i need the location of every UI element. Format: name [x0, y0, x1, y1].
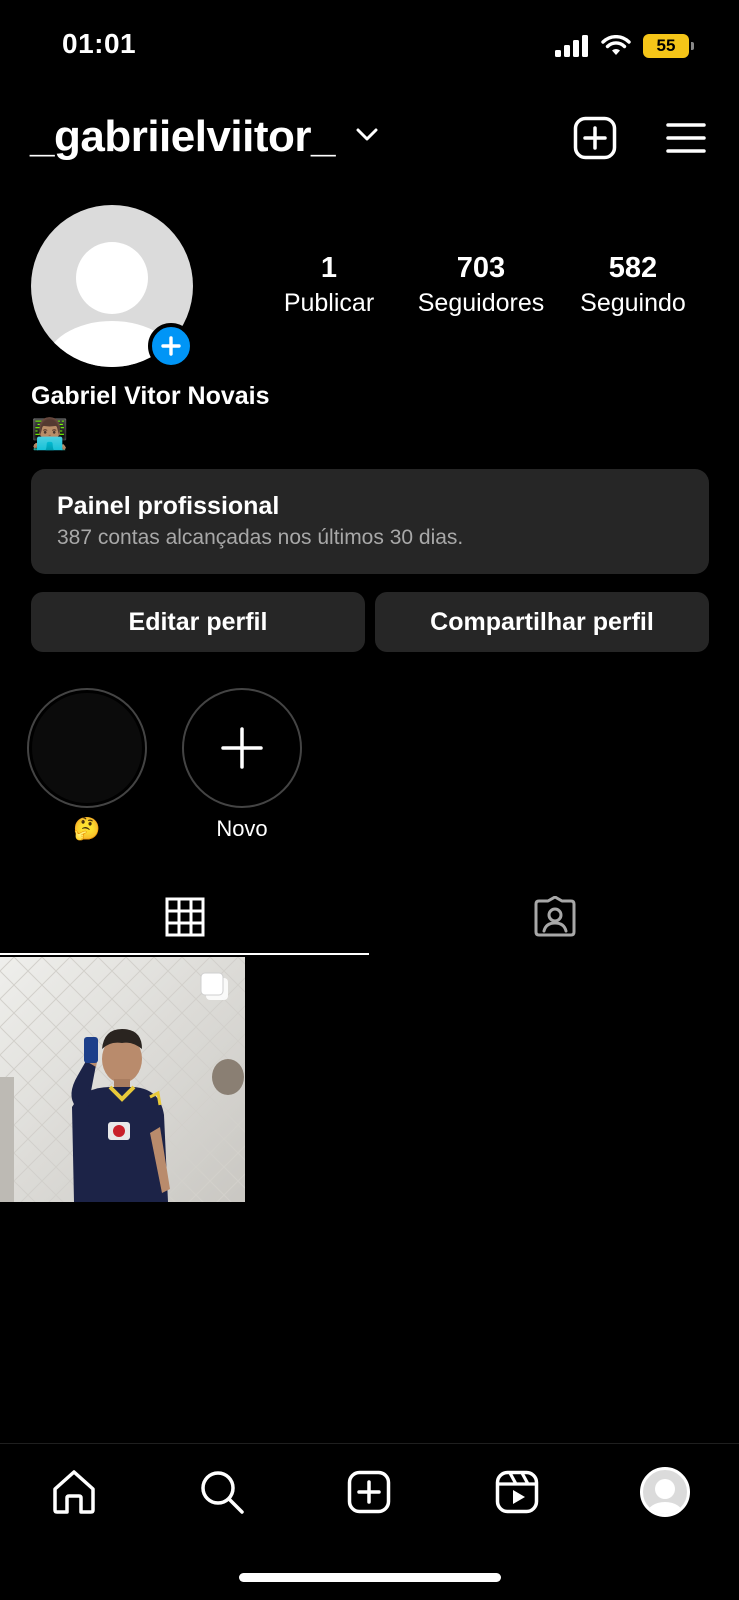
- dashboard-title: Painel profissional: [57, 492, 280, 520]
- highlight-label: Novo: [216, 816, 268, 841]
- status-icons: 55: [555, 34, 694, 58]
- following-count[interactable]: 582 Seguindo: [568, 250, 698, 320]
- battery-level: 55: [656, 36, 676, 55]
- default-avatar-icon: [647, 1479, 683, 1514]
- share-profile-button[interactable]: Compartilhar perfil: [375, 592, 709, 652]
- home-icon: [53, 1470, 95, 1514]
- reels-icon: [495, 1470, 539, 1514]
- active-tab-indicator: [0, 953, 369, 955]
- cellular-signal-icon: [555, 35, 588, 57]
- wifi-icon: [601, 35, 631, 55]
- search-icon: [201, 1471, 244, 1514]
- grid-icon: [165, 897, 204, 937]
- highlight-label: 🤔: [73, 816, 101, 841]
- followers-count[interactable]: 703 Seguidores: [405, 250, 557, 320]
- hamburger-menu-icon: [666, 123, 706, 153]
- profile-bio: 👨🏽‍💻: [31, 418, 69, 451]
- username-switcher[interactable]: _gabriielviitor_: [30, 112, 336, 162]
- tab-posts-grid[interactable]: [0, 880, 369, 954]
- plus-icon: [161, 336, 181, 356]
- nav-profile-button[interactable]: [637, 1464, 693, 1520]
- nav-reels-button[interactable]: [489, 1464, 545, 1520]
- stat-value: 703: [456, 252, 506, 284]
- stat-value: 1: [320, 252, 338, 284]
- plus-square-icon: [573, 116, 617, 160]
- plus-icon: [221, 727, 263, 769]
- stat-label: Seguindo: [580, 289, 686, 317]
- add-story-button[interactable]: [148, 323, 194, 369]
- create-icon: [347, 1470, 391, 1514]
- profile-avatar-small: [640, 1467, 690, 1517]
- menu-button[interactable]: [662, 114, 710, 162]
- battery-indicator: 55: [643, 34, 694, 58]
- new-highlight-button[interactable]: [182, 688, 302, 808]
- nav-search-button[interactable]: [194, 1464, 250, 1520]
- stat-label: Seguidores: [417, 289, 545, 317]
- profile-name: Gabriel Vitor Novais: [31, 382, 270, 410]
- tab-tagged[interactable]: [370, 880, 739, 954]
- home-indicator: [239, 1573, 501, 1582]
- professional-dashboard[interactable]: Painel profissional 387 contas alcançada…: [31, 469, 709, 574]
- status-time: 01:01: [62, 28, 137, 59]
- posts-count[interactable]: 1 Publicar: [268, 250, 390, 320]
- stat-label: Publicar: [283, 289, 375, 317]
- nav-home-button[interactable]: [46, 1464, 102, 1520]
- dashboard-subtitle: 387 contas alcançadas nos últimos 30 dia…: [57, 526, 464, 549]
- carousel-icon: [200, 972, 228, 1000]
- chevron-down-icon[interactable]: [356, 128, 378, 142]
- story-highlight[interactable]: [27, 688, 147, 808]
- highlight-cover: [32, 693, 142, 803]
- stat-value: 582: [608, 252, 658, 284]
- nav-create-button[interactable]: [341, 1464, 397, 1520]
- post-thumbnail[interactable]: [0, 957, 245, 1202]
- tagged-icon: [534, 896, 575, 937]
- create-post-button[interactable]: [571, 114, 619, 162]
- edit-profile-button[interactable]: Editar perfil: [31, 592, 365, 652]
